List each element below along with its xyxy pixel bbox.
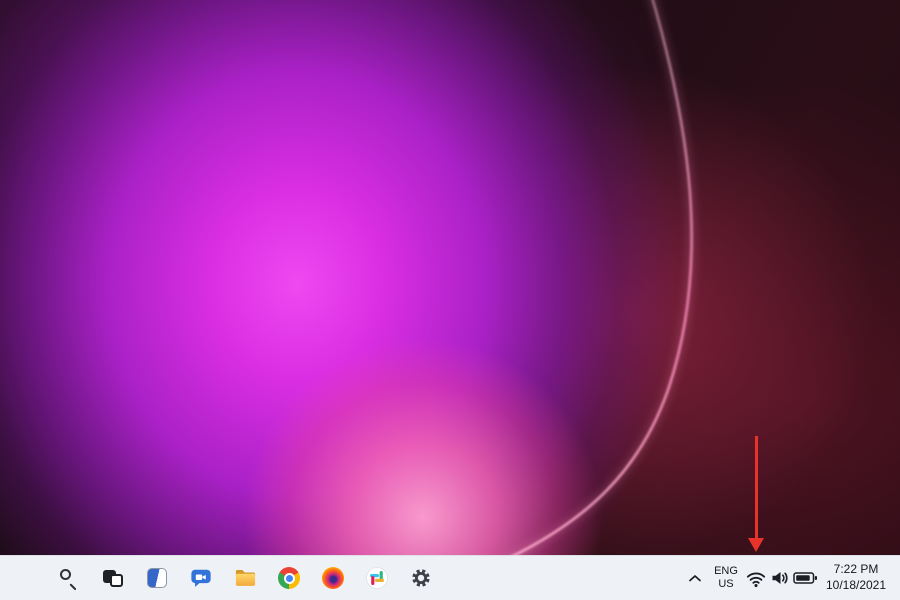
battery-button[interactable] xyxy=(792,559,818,597)
firefox-button[interactable] xyxy=(313,558,353,598)
task-view-button[interactable] xyxy=(93,558,133,598)
annotation-arrow-shaft xyxy=(755,436,758,539)
bloom-crescent xyxy=(0,0,900,556)
language-line2: US xyxy=(718,578,733,591)
slack-button[interactable] xyxy=(357,558,397,598)
battery-icon xyxy=(793,571,818,585)
desktop-wallpaper xyxy=(0,0,900,556)
clock-date: 10/18/2021 xyxy=(826,578,886,594)
folder-icon xyxy=(234,568,257,588)
wifi-button[interactable] xyxy=(744,559,768,597)
annotation-arrow xyxy=(748,436,764,554)
slack-icon xyxy=(366,567,388,589)
annotation-arrow-head xyxy=(748,538,764,552)
search-icon xyxy=(59,568,79,588)
windows-logo-icon xyxy=(15,568,35,588)
widgets-button[interactable] xyxy=(137,558,177,598)
language-line1: ENG xyxy=(714,565,738,578)
taskbar-apps xyxy=(0,558,443,598)
task-view-icon xyxy=(103,568,123,588)
wifi-icon xyxy=(745,569,767,588)
widgets-icon xyxy=(147,568,167,588)
taskbar: ENG US xyxy=(0,555,900,600)
volume-icon xyxy=(770,569,790,587)
clock[interactable]: 7:22 PM 10/18/2021 xyxy=(818,559,892,597)
hidden-icons-chevron-button[interactable] xyxy=(682,559,708,597)
search-button[interactable] xyxy=(49,558,89,598)
chevron-up-icon xyxy=(688,574,702,583)
gear-icon xyxy=(410,567,432,589)
chrome-button[interactable] xyxy=(269,558,309,598)
system-tray: ENG US xyxy=(682,556,900,600)
firefox-icon xyxy=(322,567,344,589)
volume-button[interactable] xyxy=(768,559,792,597)
chat-bubble-icon xyxy=(190,568,212,589)
start-button[interactable] xyxy=(5,558,45,598)
chrome-icon xyxy=(278,567,300,589)
clock-time: 7:22 PM xyxy=(834,562,879,578)
chat-button[interactable] xyxy=(181,558,221,598)
file-explorer-button[interactable] xyxy=(225,558,265,598)
settings-button[interactable] xyxy=(401,558,441,598)
language-indicator[interactable]: ENG US xyxy=(708,559,744,597)
